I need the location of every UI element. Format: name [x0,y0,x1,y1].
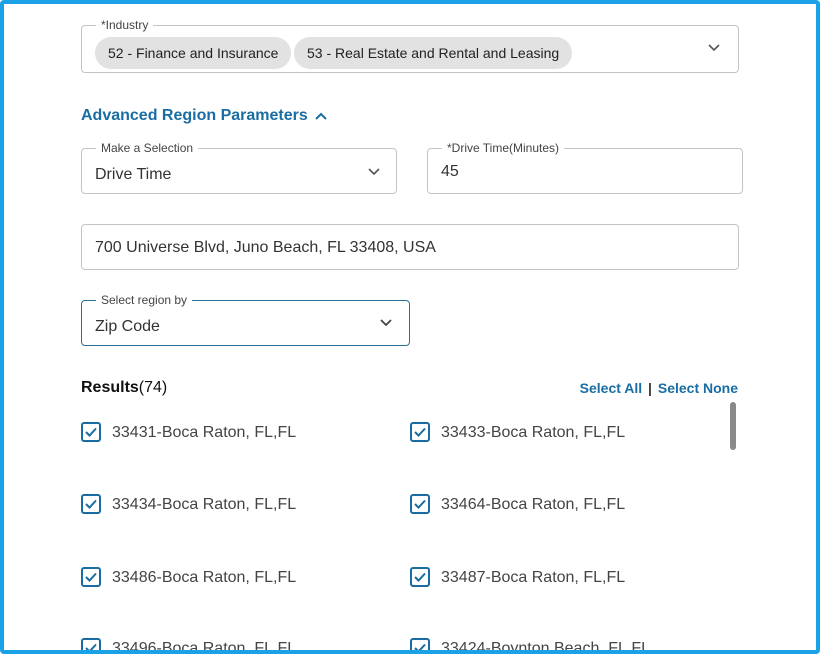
checkmark-icon [414,499,426,509]
result-item-label: 33433-Boca Raton, FL,FL [441,424,626,441]
checkmark-icon [85,643,97,650]
checkbox-checked[interactable] [410,638,430,650]
result-item-label: 33434-Boca Raton, FL,FL [112,496,297,513]
result-item-label: 33464-Boca Raton, FL,FL [441,496,626,513]
checkbox-checked[interactable] [81,494,101,514]
result-item-label: 33431-Boca Raton, FL,FL [112,424,297,441]
checkbox-checked[interactable] [410,494,430,514]
checkmark-icon [414,643,426,650]
checkmark-icon [85,572,97,582]
checkmark-icon [414,427,426,437]
checkmark-icon [414,572,426,582]
checkmark-icon [85,499,97,509]
checkmark-icon [85,427,97,437]
checkbox-checked[interactable] [410,422,430,442]
result-item-label: 33487-Boca Raton, FL,FL [441,569,626,586]
checkbox-checked[interactable] [81,422,101,442]
checkbox-checked[interactable] [81,638,101,650]
results-list: 33431-Boca Raton, FL,FL 33433-Boca Raton… [0,0,820,650]
checkbox-checked[interactable] [410,567,430,587]
result-item-label: 33424-Boynton Beach, FL,FL [441,640,651,650]
result-item-label: 33486-Boca Raton, FL,FL [112,569,297,586]
result-item-label: 33496-Boca Raton, FL,FL [112,640,297,650]
checkbox-checked[interactable] [81,567,101,587]
